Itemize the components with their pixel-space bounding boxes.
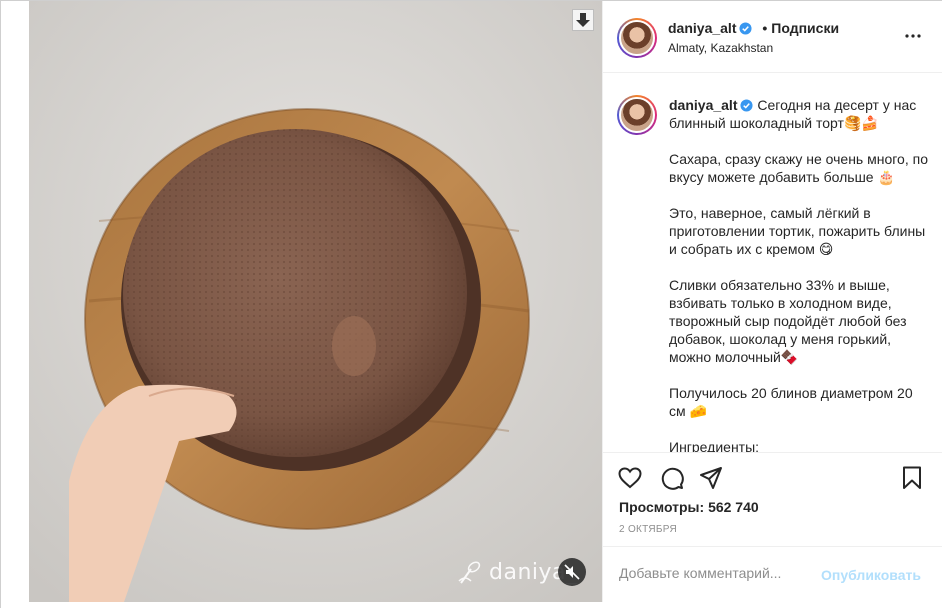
heart-icon: [618, 467, 642, 489]
bottom-margin: [1, 602, 942, 608]
view-count: Просмотры: 562 740: [619, 499, 759, 515]
mute-toggle-button[interactable]: [558, 558, 586, 586]
comment-input[interactable]: [619, 565, 809, 581]
caption-text: Сегодня на десерт у нас блинный шоколадн…: [669, 97, 928, 452]
caption-avatar[interactable]: [617, 95, 657, 135]
avatar-image: [619, 97, 655, 133]
action-bar: Просмотры: 562 740 2 октября: [603, 452, 942, 540]
post-video[interactable]: [29, 1, 602, 602]
separator-dot: •: [762, 20, 768, 36]
post-dialog: daniya_ daniya_alt • Подписки Almaty, Kaz…: [0, 0, 942, 608]
publish-button[interactable]: Опубликовать: [821, 567, 921, 583]
share-icon: [700, 467, 722, 489]
download-button[interactable]: [572, 9, 594, 31]
more-options-button[interactable]: [901, 28, 925, 44]
views-label: Просмотры:: [619, 499, 705, 515]
comment-icon: [661, 467, 684, 490]
muted-speaker-icon: [564, 564, 580, 580]
bookmark-icon: [903, 466, 921, 489]
left-margin: [1, 1, 29, 608]
comment-form: Опубликовать: [603, 546, 942, 602]
post-header: daniya_alt • Подписки Almaty, Kazakhstan: [603, 1, 942, 73]
share-button[interactable]: [698, 465, 724, 491]
comment-button[interactable]: [659, 465, 685, 491]
post-date[interactable]: 2 октября: [619, 524, 677, 535]
avatar-image: [619, 20, 655, 56]
video-frame-image: [29, 1, 602, 602]
save-button[interactable]: [899, 465, 925, 491]
caption-section: daniya_alt Сегодня на десерт у нас блинн…: [603, 74, 942, 452]
follow-button[interactable]: Подписки: [771, 20, 839, 36]
location-link[interactable]: Almaty, Kazakhstan: [668, 41, 773, 55]
views-value: 562 740: [708, 499, 759, 515]
verified-badge-icon: [740, 99, 754, 112]
download-arrow-icon: [576, 13, 590, 27]
more-horizontal-icon: [905, 34, 921, 38]
verified-badge-icon: [739, 22, 753, 35]
like-button[interactable]: [617, 465, 643, 491]
post-sidebar: daniya_alt • Подписки Almaty, Kazakhstan …: [602, 1, 942, 602]
caption-body: daniya_alt Сегодня на десерт у нас блинн…: [669, 96, 931, 452]
whisk-logo-icon: [458, 560, 481, 584]
header-line: daniya_alt • Подписки: [668, 20, 839, 36]
avatar[interactable]: [617, 18, 657, 58]
username-link[interactable]: daniya_alt: [668, 20, 736, 36]
caption-username-link[interactable]: daniya_alt: [669, 97, 737, 113]
